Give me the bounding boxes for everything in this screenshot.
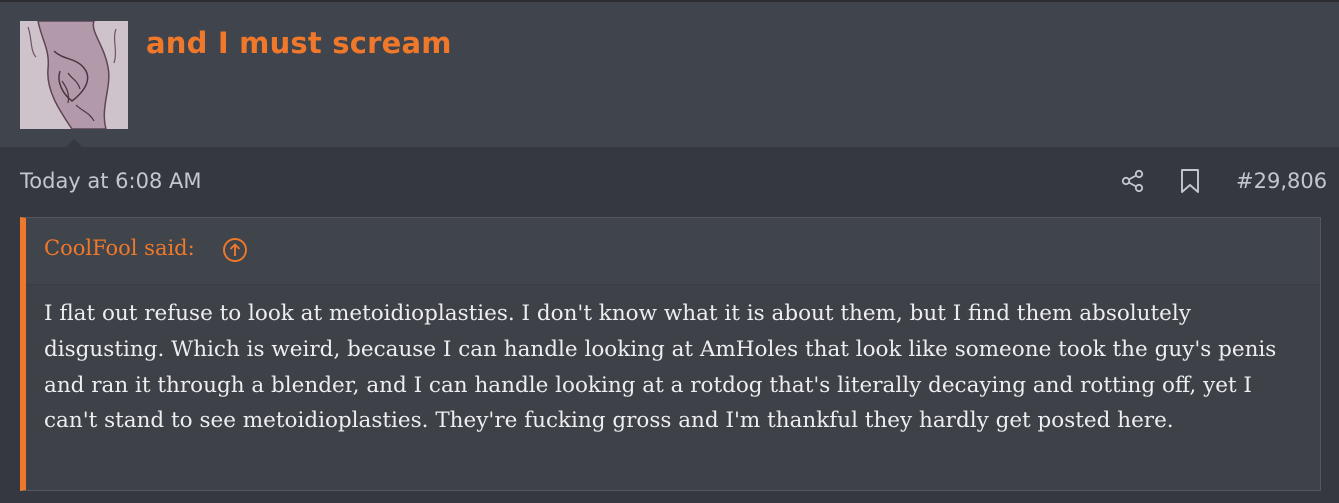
- quote-block: CoolFool said: I flat out refuse to look…: [20, 217, 1321, 491]
- quote-author-link[interactable]: CoolFool said:: [44, 236, 195, 260]
- arrow-up-circle-icon[interactable]: [222, 237, 248, 263]
- share-icon[interactable]: [1120, 168, 1146, 194]
- avatar[interactable]: [20, 21, 128, 129]
- post-meta-row: Today at 6:08 AM #29,806: [0, 147, 1339, 217]
- post-user-header: and I must scream: [0, 2, 1339, 149]
- quote-header: CoolFool said:: [26, 218, 1320, 285]
- post-timestamp[interactable]: Today at 6:08 AM: [20, 169, 202, 193]
- post-number-link[interactable]: #29,806: [1236, 169, 1327, 193]
- quote-body-text: I flat out refuse to look at metoidiopla…: [44, 301, 1277, 434]
- avatar-illustration: [20, 21, 128, 129]
- username[interactable]: and I must scream: [146, 26, 452, 60]
- bookmark-icon[interactable]: [1178, 168, 1202, 194]
